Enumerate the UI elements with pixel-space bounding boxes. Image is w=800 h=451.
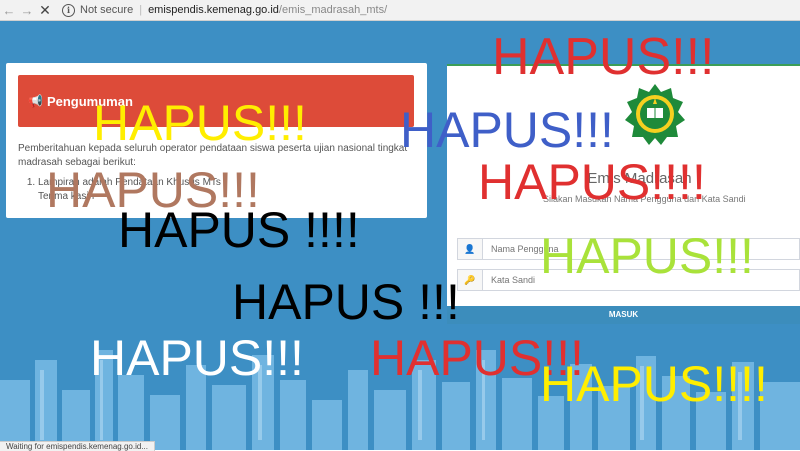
url-separator: |: [139, 4, 143, 16]
username-field: 👤: [457, 238, 800, 260]
announcement-list: Lampiran adalah Pendataan Khusus MTs Ter…: [18, 176, 414, 204]
announcement-item-link[interactable]: Lampiran adalah Pendataan Khusus MTs: [38, 177, 221, 188]
user-icon: 👤: [458, 239, 483, 259]
city-skyline-illustration: [0, 350, 800, 450]
password-input[interactable]: [483, 270, 799, 290]
login-button[interactable]: MASUK: [447, 306, 800, 324]
back-icon[interactable]: ←: [0, 1, 18, 19]
password-field: 🔑: [457, 269, 800, 291]
announcement-heading: Pengumuman: [46, 93, 133, 109]
login-subtitle: Silakan Masukan Nama Pengguna dan Kata S…: [543, 194, 746, 204]
page-content: 📢 Pengumuman Pemberitahuan kepada seluru…: [0, 21, 800, 450]
url-path: /emis_madrasah_mts/: [278, 4, 388, 16]
announcement-body: Pemberitahuan kepada seluruh operator pe…: [18, 142, 414, 204]
kemenag-logo: [625, 84, 685, 145]
key-icon: 🔑: [458, 270, 483, 290]
info-icon[interactable]: i: [62, 3, 75, 17]
login-panel: Emis Madrasah Silakan Masukan Nama Pengg…: [447, 64, 800, 324]
megaphone-icon: 📢: [28, 94, 43, 108]
login-title: Emis Madrasah: [587, 170, 692, 187]
forward-icon[interactable]: →: [18, 1, 36, 19]
username-input[interactable]: [483, 239, 799, 259]
stop-icon[interactable]: ✕: [36, 1, 54, 19]
browser-toolbar: ← → ✕ i Not secure | emispendis.kemenag.…: [0, 0, 800, 21]
address-bar[interactable]: i Not secure | emispendis.kemenag.go.id …: [62, 2, 792, 18]
announcement-header: 📢 Pengumuman: [18, 75, 414, 127]
security-label: Not secure: [80, 4, 134, 16]
announcement-closing: Terima kasih: [38, 191, 95, 202]
url-host: emispendis.kemenag.go.id: [148, 4, 279, 16]
announcement-item: Lampiran adalah Pendataan Khusus MTs Ter…: [38, 176, 414, 204]
announcement-panel: 📢 Pengumuman Pemberitahuan kepada seluru…: [6, 63, 427, 218]
announcement-intro: Pemberitahuan kepada seluruh operator pe…: [18, 143, 408, 168]
